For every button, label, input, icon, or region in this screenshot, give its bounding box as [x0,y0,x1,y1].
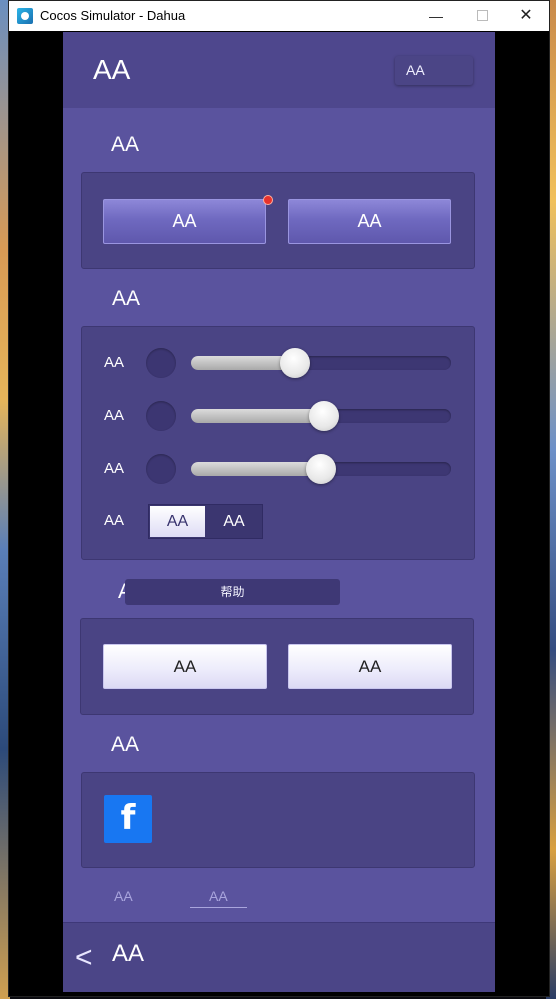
section-3-button-2[interactable]: AA [288,644,452,689]
window-title: Cocos Simulator - Dahua [40,8,186,23]
page-title: AA [93,54,131,85]
slider-3[interactable] [191,454,451,484]
simulator-window: Cocos Simulator - Dahua — ✕ AA AA AA AA … [8,0,550,997]
section-2-panel: AA AA AA AA AA AA [81,326,475,560]
bottom-bar: < AA [63,922,495,992]
section-1-title: AA [111,133,140,156]
slider-3-handle[interactable] [306,454,336,484]
slider-2-label: AA [104,407,125,424]
cocos-app-icon [17,8,33,24]
slider-1-label: AA [104,354,125,371]
slider-2[interactable] [191,401,451,431]
footer-tab-1[interactable]: AA [114,888,133,904]
app-screen: AA AA AA AA AA AA AA AA AA AA AA AA 帮助 A… [63,32,495,992]
section-1-button-2[interactable]: AA [288,199,451,244]
section-3-panel: AA AA [80,618,474,715]
close-button[interactable]: ✕ [515,5,537,27]
section-3-button-1[interactable]: AA [103,644,267,689]
back-arrow-icon[interactable]: < [75,943,95,973]
slider-1-indicator [146,348,176,378]
slider-3-fill [191,462,321,476]
slider-2-indicator [146,401,176,431]
facebook-icon[interactable]: f [104,795,152,843]
footer-tab-underline [190,907,247,908]
section-4-title: AA [111,733,140,756]
slider-3-label: AA [104,460,125,477]
maximize-icon [476,10,488,21]
section-1-panel: AA AA [81,172,475,269]
notification-dot [263,195,273,205]
window-titlebar[interactable]: Cocos Simulator - Dahua — ✕ [9,1,549,31]
minimize-button[interactable]: — [425,5,447,27]
toggle-option-2[interactable]: AA [206,506,262,537]
top-bar: AA AA [63,32,495,108]
section-2-title: AA [112,287,141,310]
slider-1[interactable] [191,348,451,378]
button-label: AA [172,211,197,231]
slider-2-fill [191,409,324,423]
slider-3-indicator [146,454,176,484]
header-button[interactable]: AA [395,56,473,85]
maximize-button[interactable] [471,5,493,27]
toggle-label: AA [104,512,125,529]
footer-tab-2[interactable]: AA [209,888,228,904]
help-tooltip: 帮助 [125,579,340,605]
bottom-title: AA [112,940,145,967]
slider-2-handle[interactable] [308,401,339,431]
facebook-glyph: f [120,798,136,838]
segmented-toggle: AA AA [148,504,263,539]
section-4-panel: f [81,772,475,868]
toggle-option-1[interactable]: AA [150,506,205,537]
slider-1-handle[interactable] [280,348,310,378]
section-1-button-1[interactable]: AA [103,195,273,244]
